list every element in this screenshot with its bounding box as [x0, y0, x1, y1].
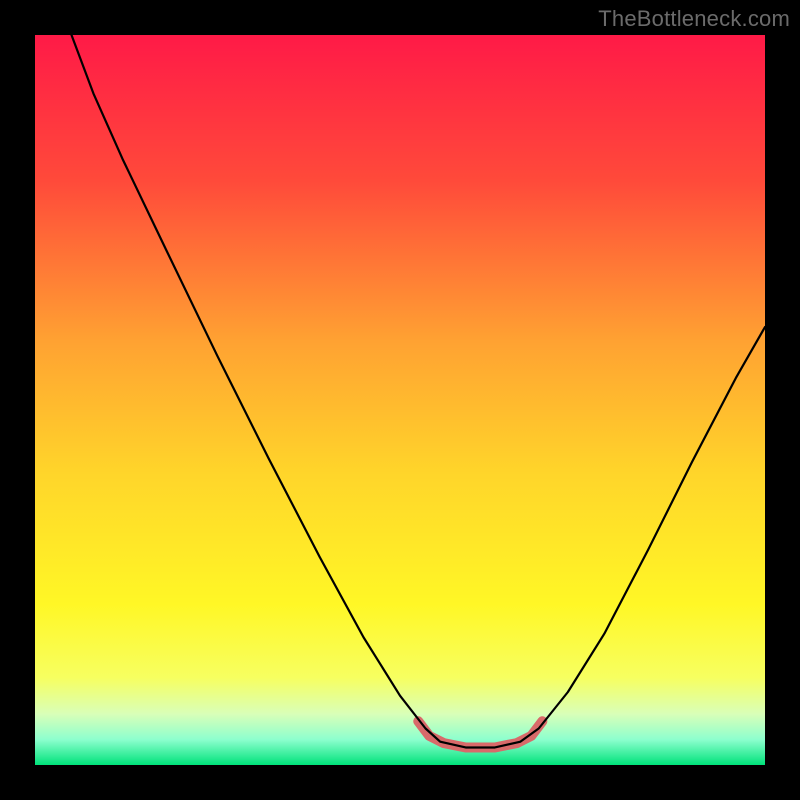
chart-frame: TheBottleneck.com: [0, 0, 800, 800]
gradient-background: [35, 35, 765, 765]
bottleneck-chart: [35, 35, 765, 765]
plot-area: [35, 35, 765, 765]
watermark-text: TheBottleneck.com: [598, 6, 790, 32]
